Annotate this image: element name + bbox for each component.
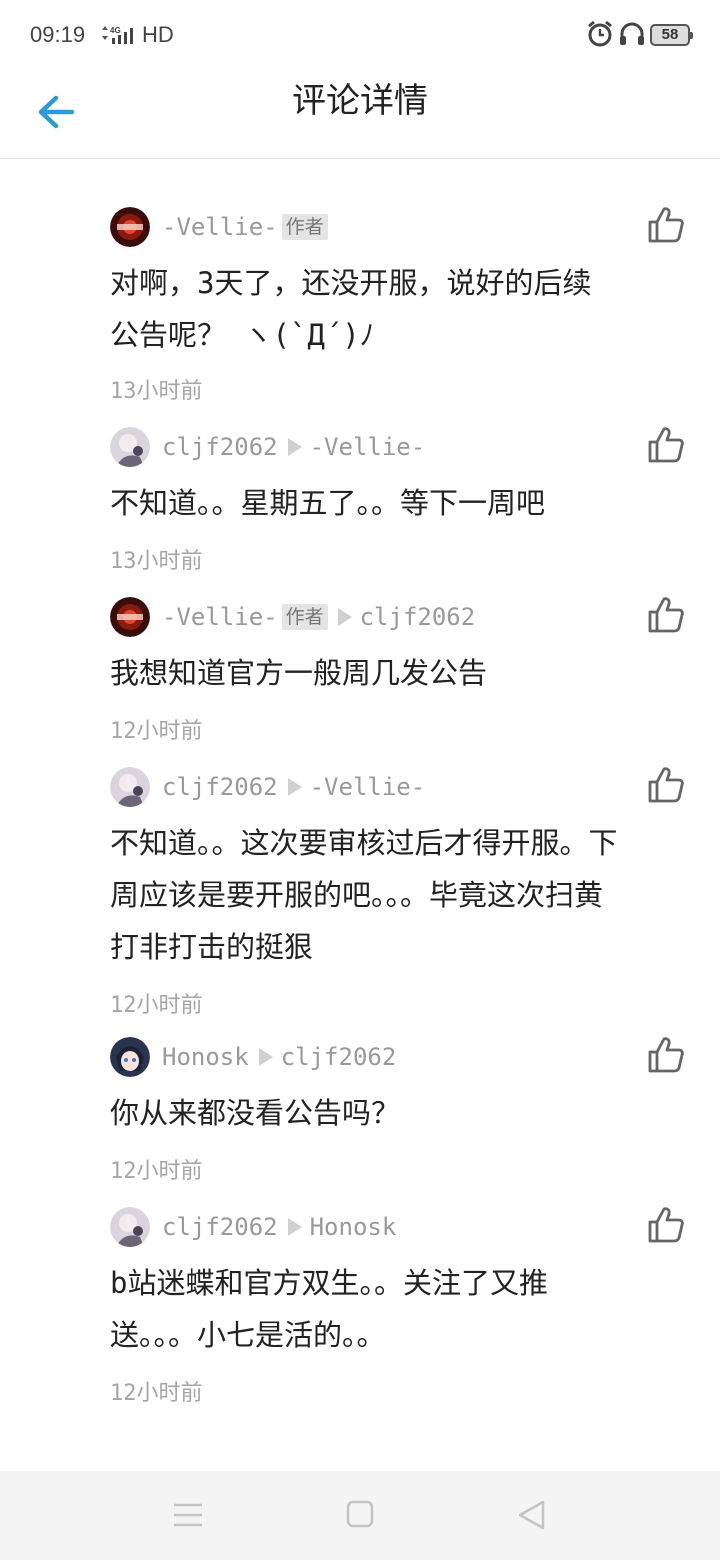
like-button[interactable] (646, 425, 686, 465)
comment-meta: cljf2062 -Vellie- (162, 431, 425, 463)
comment-text: 不知道。。这次要审核过后才得开服。下周应该是要开服的吧。。。毕竟这次扫黄打非打击… (110, 826, 618, 964)
avatar[interactable] (110, 1037, 150, 1077)
thumbs-up-icon (648, 1207, 684, 1243)
thumbs-up-icon (648, 767, 684, 803)
comment-time: 12小时前 (110, 993, 203, 1018)
battery-indicator: 58 (650, 24, 693, 46)
username[interactable]: -Vellie- (162, 213, 278, 241)
avatar[interactable] (110, 767, 150, 807)
comment-list[interactable]: · · · -Vellie- 作者 对啊，3天了，还没开服，说好的后续公告呢？ … (0, 159, 720, 1471)
comment-meta: Honosk cljf2062 (162, 1041, 396, 1073)
thumbs-up-icon (648, 427, 684, 463)
alarm-icon (588, 20, 612, 47)
page-title: 评论详情 (292, 81, 428, 121)
comment-time: 13小时前 (110, 549, 203, 574)
reply-arrow-icon (287, 1218, 302, 1236)
avatar[interactable] (110, 427, 150, 467)
username[interactable]: cljf2062 (162, 773, 278, 801)
header-bar: 评论详情 (0, 70, 720, 159)
avatar[interactable] (110, 207, 150, 247)
thumbs-up-icon (648, 207, 684, 243)
author-badge: 作者 (281, 214, 328, 240)
comment-meta: -Vellie- 作者 (162, 211, 328, 243)
username[interactable]: Honosk (162, 1043, 249, 1071)
reply-to-username[interactable]: Honosk (310, 1213, 397, 1241)
avatar[interactable] (110, 597, 150, 637)
reply-arrow-icon (258, 1048, 273, 1066)
username[interactable]: -Vellie- (162, 603, 278, 631)
headphone-icon (620, 22, 644, 45)
author-badge: 作者 (281, 604, 328, 630)
network-type: 4G (110, 26, 121, 35)
like-button[interactable] (646, 1035, 686, 1075)
menu-icon[interactable] (172, 1501, 204, 1529)
reply-arrow-icon (287, 778, 302, 796)
comment-meta: cljf2062 -Vellie- (162, 771, 425, 803)
avatar[interactable] (110, 1207, 150, 1247)
like-button[interactable] (646, 765, 686, 805)
thumbs-up-icon (648, 597, 684, 633)
comment-time: 12小时前 (110, 1159, 203, 1184)
comment-meta: -Vellie- 作者 cljf2062 (162, 601, 475, 633)
comment-text: 不知道。。星期五了。。等下一周吧 (110, 486, 546, 520)
home-square-icon[interactable] (346, 1500, 374, 1528)
reply-arrow-icon (337, 608, 352, 626)
comment-time: 12小时前 (110, 719, 203, 744)
comment-text: 对啊，3天了，还没开服，说好的后续公告呢？ ヽ(`Д´)ﾉ (110, 266, 592, 352)
status-bar: 09:19 4G HD 58 (0, 0, 720, 70)
clipped-previous-text: · · · (110, 159, 186, 168)
username[interactable]: cljf2062 (162, 1213, 278, 1241)
like-button[interactable] (646, 595, 686, 635)
system-nav-bar (0, 1471, 720, 1560)
like-button[interactable] (646, 205, 686, 245)
comment-meta: cljf2062 Honosk (162, 1211, 396, 1243)
reply-to-username[interactable]: cljf2062 (281, 1043, 397, 1071)
comment-text: b站迷蝶和官方双生。。关注了又推送。。。小七是活的。。 (110, 1266, 548, 1352)
comment-time: 12小时前 (110, 1381, 203, 1406)
signal-icon: 4G (102, 26, 133, 44)
like-button[interactable] (646, 1205, 686, 1245)
reply-to-username[interactable]: -Vellie- (310, 433, 426, 461)
thumbs-up-icon (648, 1037, 684, 1073)
reply-to-username[interactable]: cljf2062 (360, 603, 476, 631)
hd-indicator: HD (142, 22, 174, 47)
reply-arrow-icon (287, 438, 302, 456)
comment-text: 我想知道官方一般周几发公告 (110, 656, 488, 690)
reply-to-username[interactable]: -Vellie- (310, 773, 426, 801)
username[interactable]: cljf2062 (162, 433, 278, 461)
comment-text: 你从来都没看公告吗？ (110, 1096, 401, 1130)
status-time: 09:19 (30, 22, 86, 47)
back-triangle-icon[interactable] (516, 1499, 546, 1531)
comment-time: 13小时前 (110, 379, 203, 404)
